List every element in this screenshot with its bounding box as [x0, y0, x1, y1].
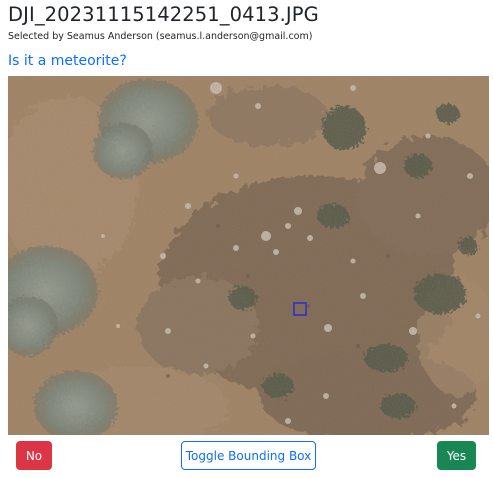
yes-button[interactable]: Yes: [437, 441, 476, 470]
question-heading: Is it a meteorite?: [8, 53, 127, 69]
selected-by-text: Selected by Seamus Anderson (seamus.l.an…: [8, 31, 313, 42]
toggle-bounding-box-button[interactable]: Toggle Bounding Box: [181, 441, 316, 470]
no-button[interactable]: No: [16, 441, 52, 470]
candidate-photo[interactable]: [8, 76, 489, 435]
image-filename-title: DJI_20231115142251_0413.JPG: [8, 3, 319, 26]
aerial-ground-image: [8, 76, 489, 435]
